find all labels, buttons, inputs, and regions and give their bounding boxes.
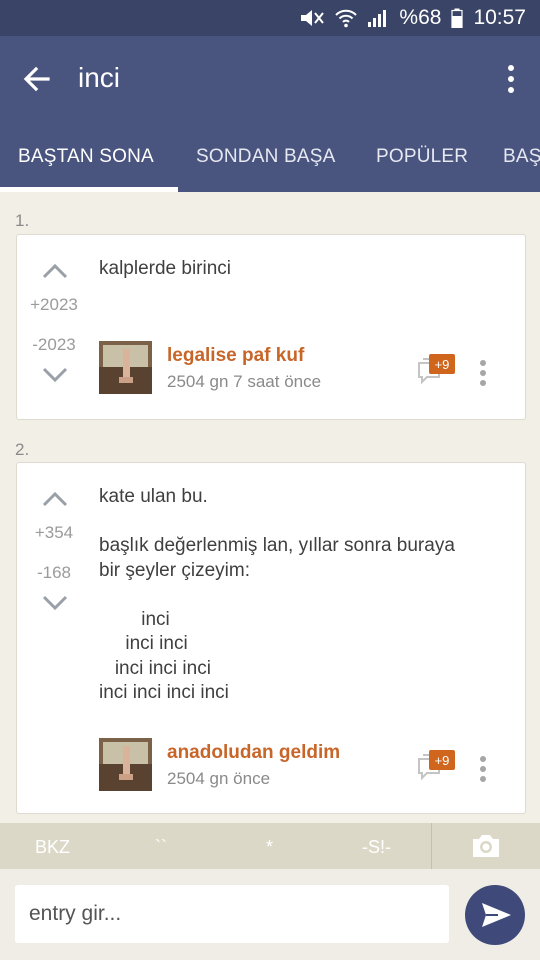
formatting-shortcuts: BKZ `` * -S!-: [0, 823, 540, 869]
more-vertical-icon[interactable]: [479, 359, 487, 387]
entry-card: +354 -168 kate ulan bu. başlık değerlenm…: [16, 462, 526, 814]
author-name[interactable]: legalise paf kuf: [167, 345, 304, 367]
clock: 10:57: [473, 6, 526, 29]
comment-badge: +9: [435, 753, 450, 768]
comment-icon[interactable]: +9: [417, 353, 457, 387]
status-bar: %68 10:57: [0, 0, 540, 36]
entry-input[interactable]: [15, 885, 449, 943]
entry-timestamp[interactable]: 2504 gn önce: [167, 769, 270, 789]
upvote-count: +354: [34, 523, 74, 542]
entry-number: 2.: [15, 440, 30, 459]
divider: [431, 823, 432, 869]
tab-bastan-sona[interactable]: BAŞTAN SONA: [18, 146, 154, 168]
back-arrow-icon[interactable]: [22, 64, 52, 94]
comment-icon[interactable]: +9: [417, 749, 457, 783]
tab-populer[interactable]: POPÜLER: [376, 146, 468, 168]
mute-icon: [299, 8, 325, 28]
wifi-icon: [335, 8, 358, 28]
downvote-count: -2023: [32, 335, 76, 354]
entry-text: kalplerde birinci: [99, 258, 232, 279]
avatar[interactable]: [99, 738, 152, 791]
bkz-button[interactable]: BKZ: [35, 837, 70, 858]
author-name[interactable]: anadoludan geldim: [167, 742, 340, 764]
entry-text: kate ulan bu. başlık değerlenmiş lan, yı…: [99, 486, 455, 703]
entry-card: +2023 -2023 kalplerde birinci legalise p…: [16, 234, 526, 420]
downvote-chevron-icon[interactable]: [41, 595, 69, 611]
page-title: inci: [78, 62, 121, 93]
avatar[interactable]: [99, 341, 152, 394]
entry-timestamp[interactable]: 2504 gn 7 saat önce: [167, 372, 321, 392]
camera-icon[interactable]: [470, 832, 502, 860]
upvote-chevron-icon[interactable]: [41, 263, 69, 279]
downvote-chevron-icon[interactable]: [41, 367, 69, 383]
upvote-count: +2023: [30, 295, 78, 314]
active-tab-indicator: [0, 187, 178, 192]
send-button[interactable]: [465, 885, 525, 945]
battery-level: %68: [399, 6, 442, 29]
more-vertical-icon[interactable]: [506, 64, 516, 94]
downvote-count: -168: [36, 563, 72, 582]
star-button[interactable]: *: [266, 837, 273, 858]
signal-icon: [367, 8, 389, 28]
comment-badge: +9: [435, 357, 450, 372]
status-icons: %68 10:57: [299, 6, 526, 30]
spoiler-button[interactable]: -S!-: [362, 837, 391, 858]
composer: [0, 869, 540, 960]
more-vertical-icon[interactable]: [479, 755, 487, 783]
entry-number: 1.: [15, 211, 30, 230]
sort-tabs: BAŞTAN SONA SONDAN BAŞA POPÜLER BAŞ: [0, 122, 540, 192]
send-icon: [482, 903, 511, 927]
tab-bas[interactable]: BAŞ: [503, 146, 540, 168]
hidden-bkz-button[interactable]: ``: [155, 837, 167, 858]
app-toolbar: inci: [0, 36, 540, 122]
tab-sondan-basa[interactable]: SONDAN BAŞA: [196, 146, 335, 168]
upvote-chevron-icon[interactable]: [41, 491, 69, 507]
battery-icon: [451, 8, 464, 28]
